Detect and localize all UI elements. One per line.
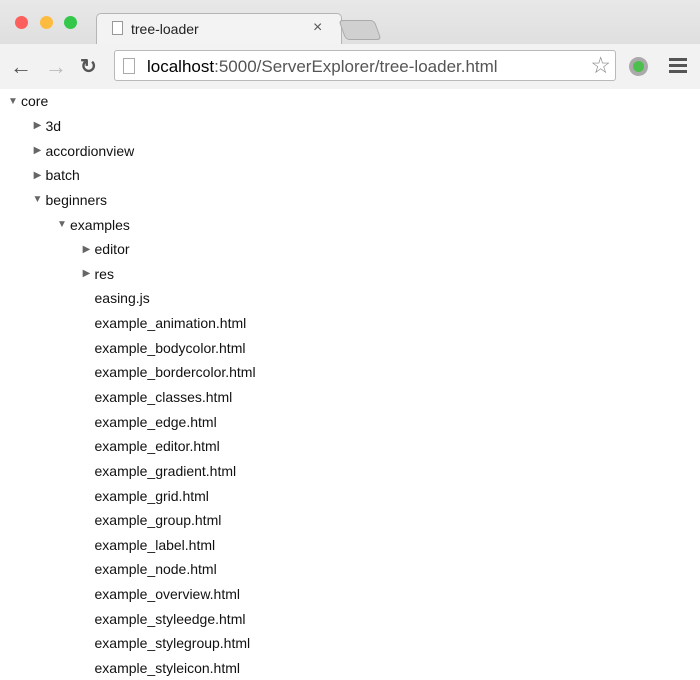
tree-item[interactable]: ▼ examples [0,212,700,237]
tree-item[interactable]: example_editor.html [0,434,700,459]
close-tab-icon[interactable]: × [313,19,322,37]
collapsed-triangle-icon[interactable]: ▶ [31,170,45,181]
tree-item[interactable]: easing.js [0,286,700,311]
toolbar: ← → ↻ localhost:5000/ServerExplorer/tree… [0,44,700,89]
tree-item[interactable]: ▶ res [0,261,700,286]
tree-item-label: example_bordercolor.html [94,364,256,381]
tree-item-label: beginners [45,191,108,208]
url-host: localhost [147,57,215,76]
tree-item[interactable]: example_classes.html [0,385,700,410]
url-path: :5000/ServerExplorer/tree-loader.html [214,57,498,76]
forward-arrow-icon[interactable]: → [45,54,67,80]
tree-item-label: example_node.html [94,561,217,578]
new-tab-button[interactable] [338,20,382,40]
tree-item-label: example_styleicon.html [94,660,241,677]
tree-item-label: example_styleedge.html [94,610,246,627]
tree-item[interactable]: ▶ accordionview [0,138,700,163]
file-tree: ▼ core ▶ 3d ▶ accordionview ▶ batch ▼ beginners ▼ e… [0,89,700,680]
tree-item[interactable]: example_grid.html [0,483,700,508]
tree-item[interactable]: example_stylegroup.html [0,631,700,656]
maximize-window-button[interactable] [64,16,77,29]
tree-item-label: example_classes.html [94,389,233,405]
tree-item-label: examples [70,216,130,233]
tree-item-label: example_overview.html [94,586,241,603]
tree-item[interactable]: example_overview.html [0,582,700,607]
tree-item-label: example_grid.html [94,487,209,504]
menu-icon[interactable] [669,58,687,76]
extension-icon[interactable] [629,57,648,76]
tree-item-label: example_label.html [94,536,216,553]
page-icon [112,21,123,35]
expanded-triangle-icon[interactable]: ▼ [6,96,20,107]
tree-item-label: core [21,93,49,110]
tree-item-label: example_group.html [94,512,222,529]
tree-item-label: accordionview [45,142,135,159]
tree-item[interactable]: example_bordercolor.html [0,360,700,385]
url-text[interactable]: localhost:5000/ServerExplorer/tree-loade… [147,57,498,77]
tree-item[interactable]: example_edge.html [0,409,700,434]
tree-item-label: example_animation.html [94,315,247,332]
tree-item-label: editor [94,241,130,258]
minimize-window-button[interactable] [40,16,53,29]
reload-icon[interactable]: ↻ [80,54,97,79]
address-bar[interactable]: localhost:5000/ServerExplorer/tree-loade… [114,50,616,81]
tree-item-label: example_gradient.html [94,462,237,479]
collapsed-triangle-icon[interactable]: ▶ [31,145,45,156]
collapsed-triangle-icon[interactable]: ▶ [80,268,94,279]
tree-item-label: 3d [45,117,62,134]
tree-item[interactable]: ▶ editor [0,237,700,262]
tree-item-label: batch [45,167,80,184]
tree-item-label: example_editor.html [94,438,220,455]
tree-item[interactable]: ▼ beginners [0,188,700,213]
browser-chrome: tree-loader × ← → ↻ localhost:5000/Serve… [0,0,700,89]
tree-item[interactable]: example_styleedge.html [0,606,700,631]
tree-item[interactable]: example_node.html [0,557,700,582]
expanded-triangle-icon[interactable]: ▼ [31,194,45,205]
tree-item[interactable]: example_gradient.html [0,459,700,484]
tree-item[interactable]: example_group.html [0,508,700,533]
tree-item[interactable]: ▼ core [0,89,700,114]
collapsed-triangle-icon[interactable]: ▶ [80,244,94,255]
tree-item[interactable]: ▶ batch [0,163,700,188]
page-icon [123,58,135,74]
tree-item-label: example_edge.html [94,413,217,430]
tree-item-label: res [94,265,114,282]
close-window-button[interactable] [15,16,28,29]
tree-item[interactable]: ▶ 3d [0,114,700,139]
tree-item-label: example_bodycolor.html [94,339,246,356]
tree-item-label: example_stylegroup.html [94,635,251,652]
tab-title: tree-loader [131,21,199,37]
expanded-triangle-icon[interactable]: ▼ [55,219,69,230]
tree-item[interactable]: example_label.html [0,533,700,558]
collapsed-triangle-icon[interactable]: ▶ [31,120,45,131]
tree-item[interactable]: example_styleicon.html [0,656,700,680]
bookmark-star-icon[interactable]: ☆ [590,52,611,79]
tree-item[interactable]: example_animation.html [0,311,700,336]
back-arrow-icon[interactable]: ← [10,54,32,80]
tree-item-label: easing.js [94,290,150,307]
tree-item[interactable]: example_bodycolor.html [0,335,700,360]
